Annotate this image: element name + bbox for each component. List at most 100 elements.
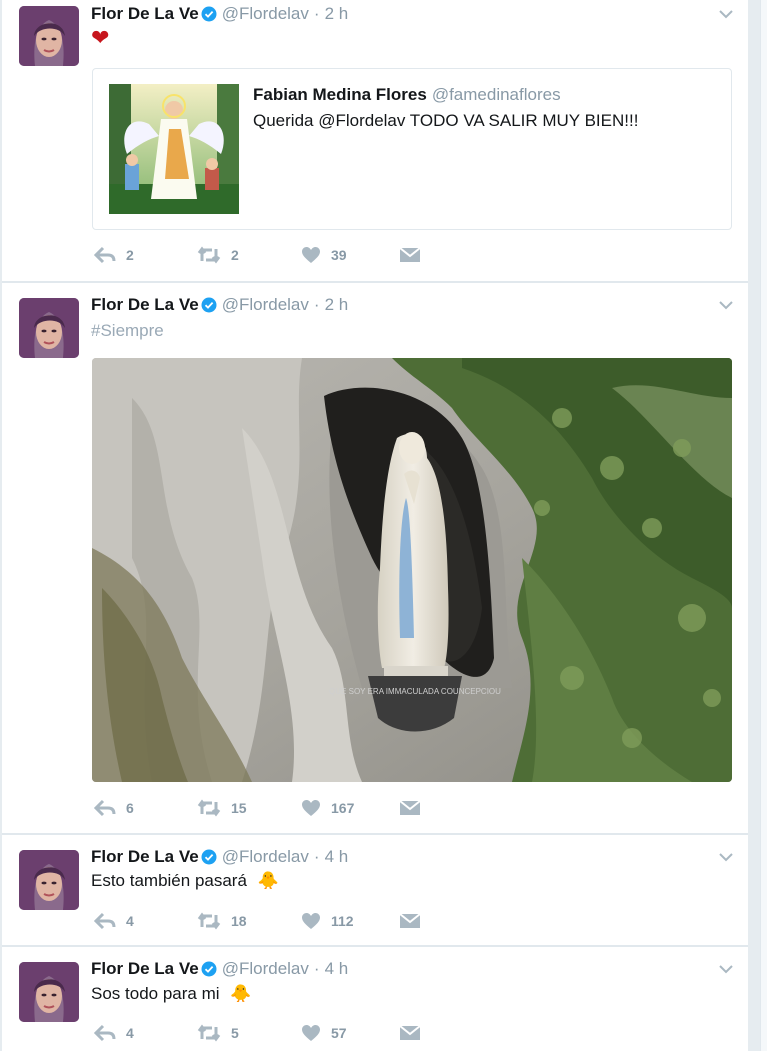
tweet-header: Flor De La Ve @Flordelav · 2 h — [91, 293, 348, 317]
heart-icon — [301, 246, 321, 264]
separator: · — [313, 959, 320, 978]
like-count: 167 — [331, 800, 355, 816]
tweet-actions: 4 5 57 — [94, 1023, 454, 1043]
quoted-tweet[interactable]: Fabian Medina Flores @famedinaflores Quer… — [92, 68, 732, 230]
reply-icon — [94, 246, 116, 264]
retweet-count: 18 — [231, 913, 247, 929]
tweet[interactable]: Flor De La Ve @Flordelav · 4 h Esto tamb… — [2, 834, 748, 946]
avatar[interactable] — [19, 962, 79, 1022]
like-button[interactable]: 57 — [301, 1023, 347, 1043]
tweet[interactable]: Flor De La Ve @Flordelav · 2 h #Siempre — [2, 282, 748, 834]
envelope-icon — [399, 1024, 421, 1042]
retweet-icon — [197, 912, 221, 930]
tweet-text: ❤ — [91, 26, 109, 50]
retweet-count: 2 — [231, 247, 239, 263]
tweet[interactable]: Flor De La Ve @Flordelav · 2 h ❤ Fabian … — [2, 0, 748, 282]
display-name[interactable]: Flor De La Ve — [91, 847, 199, 867]
display-name[interactable]: Flor De La Ve — [91, 4, 199, 24]
heart-icon — [301, 912, 321, 930]
separator: · — [313, 4, 320, 23]
reply-button[interactable]: 6 — [94, 798, 134, 818]
verified-badge-icon — [201, 961, 217, 977]
retweet-icon — [197, 1024, 221, 1042]
chevron-down-icon[interactable] — [718, 849, 734, 865]
envelope-icon — [399, 912, 421, 930]
tweet-text: Sos todo para mi 🐥 — [91, 984, 251, 1004]
like-count: 39 — [331, 247, 347, 263]
quoted-display-name[interactable]: Fabian Medina Flores — [253, 85, 427, 104]
dm-button[interactable] — [399, 798, 421, 818]
reply-count: 4 — [126, 913, 134, 929]
chevron-down-icon[interactable] — [718, 297, 734, 313]
retweet-button[interactable]: 2 — [197, 245, 239, 265]
timeline: Flor De La Ve @Flordelav · 2 h ❤ Fabian … — [2, 0, 748, 1051]
tweet-text-body: Esto también pasará — [91, 871, 247, 890]
reply-count: 4 — [126, 1025, 134, 1041]
avatar[interactable] — [19, 298, 79, 358]
retweet-count: 15 — [231, 800, 247, 816]
tweet-header: Flor De La Ve @Flordelav · 4 h — [91, 845, 348, 869]
tweet-header: Flor De La Ve @Flordelav · 4 h — [91, 957, 348, 981]
chevron-down-icon[interactable] — [718, 961, 734, 977]
verified-badge-icon — [201, 297, 217, 313]
separator: · — [313, 847, 320, 866]
username[interactable]: @Flordelav — [222, 4, 309, 24]
reply-icon — [94, 912, 116, 930]
reply-button[interactable]: 2 — [94, 245, 134, 265]
reply-count: 6 — [126, 800, 134, 816]
verified-badge-icon — [201, 849, 217, 865]
tweet-photo[interactable]: QUE SOY ERA IMMACULADA COUNCEPCIOU — [92, 358, 732, 782]
reply-button[interactable]: 4 — [94, 1023, 134, 1043]
like-count: 112 — [331, 913, 354, 929]
page-edge — [760, 0, 767, 1051]
timestamp[interactable]: 2 h — [325, 295, 349, 315]
tweet-actions: 4 18 112 — [94, 911, 454, 931]
separator: · — [313, 295, 320, 314]
retweet-button[interactable]: 15 — [197, 798, 247, 818]
quoted-tweet-header: Fabian Medina Flores @famedinaflores — [253, 85, 561, 105]
like-button[interactable]: 112 — [301, 911, 354, 931]
timestamp[interactable]: 4 h — [325, 959, 349, 979]
like-button[interactable]: 167 — [301, 798, 354, 818]
envelope-icon — [399, 799, 421, 817]
username[interactable]: @Flordelav — [222, 295, 309, 315]
tweet-actions: 6 15 167 — [94, 798, 454, 818]
like-count: 57 — [331, 1025, 347, 1041]
avatar[interactable] — [19, 6, 79, 66]
chick-emoji: 🐥 — [230, 984, 252, 1003]
heart-icon — [301, 1024, 321, 1042]
statue-plaque-text: QUE SOY ERA IMMACULADA COUNCEPCIOU — [329, 687, 501, 696]
tweet-header: Flor De La Ve @Flordelav · 2 h — [91, 2, 348, 26]
timestamp[interactable]: 4 h — [325, 847, 349, 867]
retweet-button[interactable]: 5 — [197, 1023, 239, 1043]
quoted-username[interactable]: @famedinaflores — [432, 85, 561, 104]
quoted-tweet-image[interactable] — [109, 84, 239, 214]
dm-button[interactable] — [399, 1023, 421, 1043]
quoted-tweet-text: Querida @Flordelav TODO VA SALIR MUY BIE… — [253, 111, 639, 130]
envelope-icon — [399, 246, 421, 264]
retweet-count: 5 — [231, 1025, 239, 1041]
display-name[interactable]: Flor De La Ve — [91, 959, 199, 979]
tweet[interactable]: Flor De La Ve @Flordelav · 4 h Sos todo … — [2, 946, 748, 1051]
chick-emoji: 🐥 — [257, 871, 279, 890]
retweet-icon — [197, 246, 221, 264]
retweet-button[interactable]: 18 — [197, 911, 247, 931]
reply-button[interactable]: 4 — [94, 911, 134, 931]
heart-icon — [301, 799, 321, 817]
hashtag-link[interactable]: #Siempre — [91, 321, 164, 341]
tweet-text-body: Sos todo para mi — [91, 984, 220, 1003]
dm-button[interactable] — [399, 245, 421, 265]
dm-button[interactable] — [399, 911, 421, 931]
chevron-down-icon[interactable] — [718, 6, 734, 22]
tweet-actions: 2 2 39 — [94, 245, 454, 265]
timestamp[interactable]: 2 h — [325, 4, 349, 24]
username[interactable]: @Flordelav — [222, 959, 309, 979]
like-button[interactable]: 39 — [301, 245, 347, 265]
avatar[interactable] — [19, 850, 79, 910]
reply-icon — [94, 799, 116, 817]
display-name[interactable]: Flor De La Ve — [91, 295, 199, 315]
retweet-icon — [197, 799, 221, 817]
heart-emoji: ❤ — [91, 25, 110, 50]
reply-count: 2 — [126, 247, 134, 263]
username[interactable]: @Flordelav — [222, 847, 309, 867]
